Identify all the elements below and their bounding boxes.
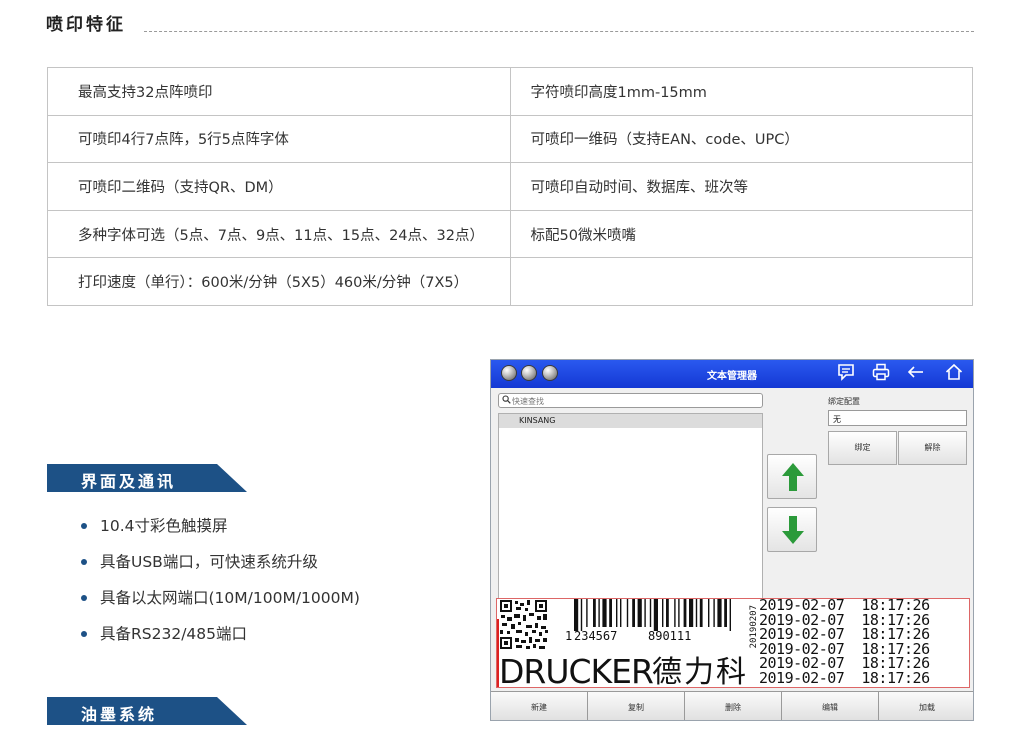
back-arrow-icon[interactable] <box>905 363 927 386</box>
date-time-block: 2019-02-07 18:17:26 2019-02-07 18:17:26 … <box>759 599 969 687</box>
table-cell: 标配50微米喷嘴 <box>509 209 973 259</box>
barcode-bar <box>620 599 622 627</box>
ink-section-title: 油墨系统 <box>81 705 158 724</box>
barcode <box>574 599 731 631</box>
barcode-bar <box>602 599 607 627</box>
bottom-toolbar: 新建 复制 删除 编辑 加载 <box>491 691 973 720</box>
table-cell: 打印速度（单行）：600米/分钟（5X5）460米/分钟（7X5） <box>47 257 511 306</box>
date-line: 2019-02-07 18:17:26 <box>759 668 930 687</box>
barcode-bar <box>632 599 635 627</box>
search-placeholder: 快速查找 <box>512 397 544 406</box>
move-up-button[interactable] <box>767 454 817 499</box>
hmi-window-title: 文本管理器 <box>707 371 757 382</box>
table-cell: 可喷印一维码（支持EAN、code、UPC） <box>509 114 973 164</box>
print-preview[interactable]: 1 234567 890111 20190207 2019-02-07 18:1… <box>496 598 970 688</box>
text-file-list[interactable]: KINSANG <box>498 413 763 600</box>
barcode-bar <box>683 599 687 627</box>
search-input[interactable]: 快速查找 <box>498 393 763 408</box>
section-header: 喷印特征 <box>46 10 974 36</box>
table-row: 可喷印二维码（支持QR、DM） 可喷印自动时间、数据库、班次等 <box>47 162 973 211</box>
home-icon[interactable] <box>943 363 965 386</box>
interface-section-title: 界面及通讯 <box>81 472 177 491</box>
table-cell: 可喷印4行7点阵，5行5点阵字体 <box>47 114 511 164</box>
barcode-bar <box>626 599 629 627</box>
interface-section-ribbon: 界面及通讯 <box>47 464 247 492</box>
table-row: 打印速度（单行）：600米/分钟（5X5）460米/分钟（7X5） <box>47 257 973 306</box>
table-cell: 可喷印自动时间、数据库、班次等 <box>509 162 973 211</box>
up-arrow-icon <box>782 463 804 491</box>
table-row: 可喷印4行7点阵，5行5点阵字体 可喷印一维码（支持EAN、code、UPC） <box>47 114 973 164</box>
main-print-text: DRUCKER <box>499 652 654 688</box>
barcode-bar <box>574 599 579 631</box>
barcode-bar <box>729 599 731 631</box>
feature-table: 最高支持32点阵喷印 字符喷印高度1mm-15mm 可喷印4行7点阵，5行5点阵… <box>47 67 973 306</box>
interface-feature-list: 10.4寸彩色触摸屏 具备USB端口，可快速系统升级 具备以太网端口(10M/1… <box>78 515 360 659</box>
barcode-bar <box>674 599 676 627</box>
barcode-bar <box>695 599 698 627</box>
list-item: 10.4寸彩色触摸屏 <box>78 515 360 551</box>
barcode-bar <box>616 599 618 627</box>
edit-button[interactable]: 编辑 <box>782 692 879 720</box>
hmi-screenshot: 文本管理器 快速查找 KINSANG 绑定配置 无 绑定 解除 1 234567… <box>490 359 974 721</box>
table-row: 最高支持32点阵喷印 字符喷印高度1mm-15mm <box>47 67 973 116</box>
unbind-button[interactable]: 解除 <box>898 431 967 465</box>
barcode-bar <box>708 599 710 627</box>
bind-config-value: 无 <box>833 415 841 424</box>
qr-code <box>500 600 548 649</box>
barcode-bar <box>649 599 652 627</box>
table-cell: 多种字体可选（5点、7点、9点、11点、15点、24点、32点） <box>47 209 511 259</box>
down-arrow-icon <box>782 516 804 544</box>
copy-button[interactable]: 复制 <box>588 692 685 720</box>
chinese-print-text: 德力科 <box>652 655 748 688</box>
dashed-divider <box>144 31 974 32</box>
new-button[interactable]: 新建 <box>491 692 588 720</box>
table-row: 多种字体可选（5点、7点、9点、11点、15点、24点、32点） 标配50微米喷… <box>47 209 973 259</box>
printer-icon[interactable] <box>870 363 892 386</box>
bind-config-label: 绑定配置 <box>828 397 860 406</box>
barcode-bar <box>609 599 612 627</box>
hmi-titlebar: 文本管理器 <box>491 360 973 388</box>
barcode-bar <box>724 599 727 627</box>
search-icon <box>502 395 511 407</box>
barcode-bar <box>637 599 642 627</box>
table-cell <box>509 257 973 306</box>
barcode-bar <box>666 599 669 627</box>
barcode-bar <box>713 599 715 627</box>
table-cell: 可喷印二维码（支持QR、DM） <box>47 162 511 211</box>
bind-button[interactable]: 绑定 <box>828 431 897 465</box>
move-down-button[interactable] <box>767 507 817 552</box>
barcode-bar <box>678 599 680 627</box>
load-button[interactable]: 加载 <box>879 692 973 720</box>
table-cell: 字符喷印高度1mm-15mm <box>509 67 973 116</box>
list-item: 具备RS232/485端口 <box>78 623 360 659</box>
barcode-bar <box>653 599 658 631</box>
bind-config-field[interactable]: 无 <box>828 410 967 426</box>
table-cell: 最高支持32点阵喷印 <box>47 67 511 116</box>
barcode-bar <box>662 599 664 627</box>
delete-button[interactable]: 删除 <box>685 692 782 720</box>
barcode-bar <box>593 599 596 627</box>
barcode-bar <box>699 599 703 627</box>
ink-section-ribbon: 油墨系统 <box>47 697 247 725</box>
barcode-left-digits: 234567 <box>574 629 618 643</box>
barcode-bar <box>644 599 646 627</box>
barcode-bar <box>586 599 588 627</box>
barcode-bar <box>689 599 694 627</box>
list-item[interactable]: KINSANG <box>499 414 762 428</box>
barcode-bar <box>717 599 722 627</box>
barcode-bar <box>580 599 583 631</box>
message-icon[interactable] <box>835 363 857 386</box>
list-item: 具备USB端口，可快速系统升级 <box>78 551 360 587</box>
list-item-label: KINSANG <box>519 416 556 425</box>
list-item: 具备以太网端口(10M/100M/1000M) <box>78 587 360 623</box>
barcode-right-digits: 890111 <box>648 629 692 643</box>
section-title: 喷印特征 <box>46 15 126 35</box>
barcode-bar <box>598 599 600 627</box>
barcode-first-digit: 1 <box>565 629 573 643</box>
vertical-date-text: 20190207 <box>749 605 759 649</box>
